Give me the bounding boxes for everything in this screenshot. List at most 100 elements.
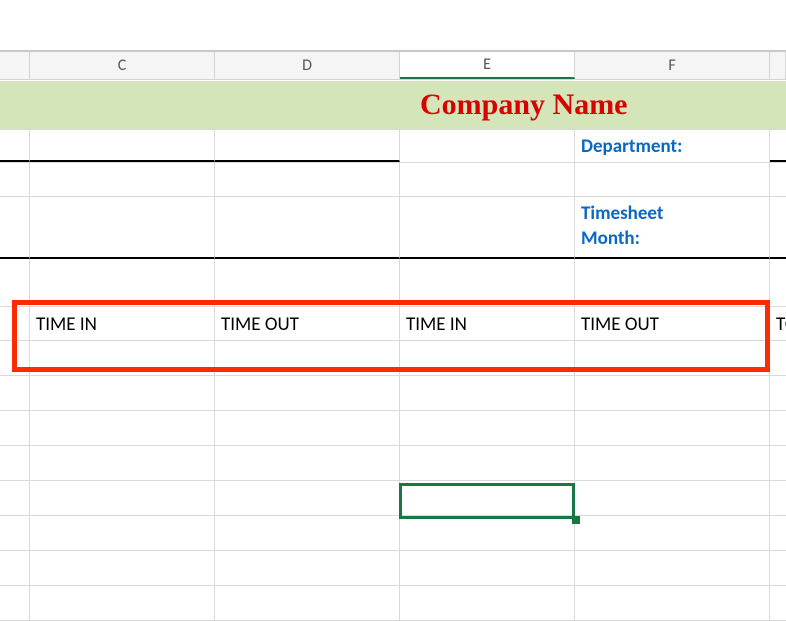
cell[interactable] xyxy=(0,446,30,480)
cell[interactable] xyxy=(0,376,30,410)
header-total-partial[interactable]: TO xyxy=(770,307,786,341)
column-header-f[interactable]: F xyxy=(575,52,770,79)
cell[interactable] xyxy=(30,586,215,620)
cell[interactable] xyxy=(0,516,30,550)
cell[interactable] xyxy=(770,586,786,620)
cell[interactable] xyxy=(0,307,30,341)
spreadsheet-grid[interactable]: Company Name Department: Timesheet Month… xyxy=(0,81,786,621)
cell[interactable] xyxy=(0,259,30,307)
cell[interactable] xyxy=(215,341,400,375)
cell[interactable] xyxy=(575,341,770,375)
cell[interactable] xyxy=(30,81,215,129)
cell[interactable] xyxy=(215,376,400,410)
cell[interactable] xyxy=(575,516,770,550)
cell[interactable] xyxy=(770,516,786,550)
cell[interactable] xyxy=(770,259,786,307)
cell[interactable] xyxy=(575,446,770,480)
cell[interactable] xyxy=(575,586,770,620)
cell[interactable] xyxy=(770,411,786,445)
cell[interactable] xyxy=(400,259,575,307)
cell[interactable] xyxy=(575,551,770,585)
cell[interactable] xyxy=(400,130,575,162)
cell[interactable] xyxy=(400,163,575,196)
header-time-in-2[interactable]: TIME IN xyxy=(400,307,575,341)
fill-handle[interactable] xyxy=(572,516,580,524)
header-time-in-1[interactable]: TIME IN xyxy=(30,307,215,341)
cell[interactable] xyxy=(215,197,400,259)
cell[interactable] xyxy=(400,481,575,515)
cell[interactable] xyxy=(400,411,575,445)
table-row xyxy=(0,376,786,411)
cell[interactable] xyxy=(0,130,30,162)
cell[interactable] xyxy=(30,376,215,410)
table-row xyxy=(0,446,786,481)
cell[interactable] xyxy=(0,551,30,585)
column-header-row: C D E F xyxy=(0,52,786,80)
column-header-stub[interactable] xyxy=(0,52,30,79)
cell[interactable] xyxy=(400,516,575,550)
department-label-cell[interactable]: Department: xyxy=(575,130,770,162)
spacer-row xyxy=(0,259,786,307)
cell[interactable] xyxy=(0,197,30,259)
cell[interactable] xyxy=(30,551,215,585)
timesheet-label-line2: Month: xyxy=(581,227,640,252)
cell[interactable] xyxy=(215,551,400,585)
cell[interactable] xyxy=(0,163,30,196)
cell[interactable] xyxy=(770,551,786,585)
cell[interactable] xyxy=(770,446,786,480)
cell[interactable] xyxy=(30,516,215,550)
cell[interactable] xyxy=(215,259,400,307)
department-row: Department: xyxy=(0,130,786,163)
cell[interactable] xyxy=(575,411,770,445)
company-title-cell[interactable]: Company Name xyxy=(400,81,786,129)
table-row xyxy=(0,481,786,516)
company-name-text: Company Name xyxy=(420,88,628,122)
cell[interactable] xyxy=(0,411,30,445)
cell[interactable] xyxy=(215,516,400,550)
cell[interactable] xyxy=(215,130,400,162)
column-header-g[interactable] xyxy=(770,52,786,79)
header-time-out-1[interactable]: TIME OUT xyxy=(215,307,400,341)
cell[interactable] xyxy=(30,481,215,515)
cell[interactable] xyxy=(770,481,786,515)
cell[interactable] xyxy=(30,446,215,480)
cell[interactable] xyxy=(575,481,770,515)
cell[interactable] xyxy=(30,341,215,375)
cell[interactable] xyxy=(0,341,30,375)
cell[interactable] xyxy=(30,163,215,196)
cell[interactable] xyxy=(215,446,400,480)
cell[interactable] xyxy=(575,259,770,307)
cell[interactable] xyxy=(770,341,786,375)
cell[interactable] xyxy=(400,551,575,585)
cell[interactable] xyxy=(215,586,400,620)
cell[interactable] xyxy=(400,341,575,375)
header-time-out-2[interactable]: TIME OUT xyxy=(575,307,770,341)
timesheet-month-label-cell[interactable]: Timesheet Month: xyxy=(575,197,770,259)
cell[interactable] xyxy=(400,197,575,259)
cell[interactable] xyxy=(400,376,575,410)
cell[interactable] xyxy=(770,376,786,410)
cell[interactable] xyxy=(215,411,400,445)
cell[interactable] xyxy=(400,586,575,620)
cell[interactable] xyxy=(0,81,30,129)
cell[interactable] xyxy=(215,163,400,196)
table-row xyxy=(0,516,786,551)
cell[interactable] xyxy=(30,130,215,162)
column-header-c[interactable]: C xyxy=(30,52,215,79)
cell[interactable] xyxy=(215,481,400,515)
cell[interactable] xyxy=(30,411,215,445)
column-header-d[interactable]: D xyxy=(215,52,400,79)
column-header-e[interactable]: E xyxy=(400,52,575,79)
cell[interactable] xyxy=(215,81,400,129)
cell[interactable] xyxy=(770,197,786,259)
cell[interactable] xyxy=(770,163,786,196)
cell[interactable] xyxy=(30,197,215,259)
cell[interactable] xyxy=(400,446,575,480)
cell[interactable] xyxy=(575,163,770,196)
cell[interactable] xyxy=(0,586,30,620)
cell[interactable] xyxy=(575,376,770,410)
cell[interactable] xyxy=(30,259,215,307)
cell[interactable] xyxy=(0,481,30,515)
cell[interactable] xyxy=(770,130,786,162)
table-row xyxy=(0,586,786,621)
